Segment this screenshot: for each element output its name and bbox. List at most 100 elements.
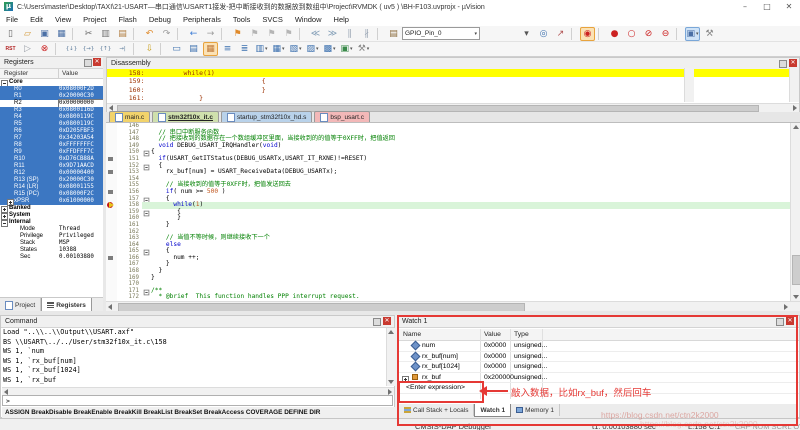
reset-cpu-button[interactable]: RST: [3, 42, 18, 56]
comment-selection-button[interactable]: ∥: [342, 27, 357, 41]
fold-column[interactable]: [142, 169, 151, 176]
menu-view[interactable]: View: [49, 13, 77, 26]
fold-column[interactable]: [142, 143, 151, 150]
menu-flash[interactable]: Flash: [113, 13, 143, 26]
nav-forward-button[interactable]: →: [203, 27, 218, 41]
editor-gutter[interactable]: [106, 268, 117, 275]
system-viewer-button[interactable]: ▣ ▾: [339, 42, 354, 56]
run-to-line-button[interactable]: →|: [115, 42, 130, 56]
code-line-149[interactable]: 149 void DEBUG_USART_IRQHandler(void): [106, 142, 790, 150]
code-text[interactable]: }: [151, 215, 790, 222]
fold-column[interactable]: [142, 189, 151, 196]
code-line-157[interactable]: 157 {: [106, 195, 790, 203]
close-icon[interactable]: [93, 58, 101, 66]
serial-window-button[interactable]: ▧ ▾: [288, 42, 303, 56]
register-row-r15-pc-[interactable]: R15 (PC) 0x08000F2C: [0, 191, 103, 198]
tab-watch-1[interactable]: Watch 1: [474, 404, 512, 417]
menu-tools[interactable]: Tools: [227, 13, 257, 26]
disassembly-window-button[interactable]: ▤: [186, 42, 201, 56]
fold-column[interactable]: [142, 275, 151, 282]
fold-column[interactable]: [142, 156, 151, 163]
minimize-button[interactable]: –: [736, 1, 754, 12]
editor-tab-main-c[interactable]: main.c: [109, 111, 151, 122]
menu-edit[interactable]: Edit: [24, 13, 49, 26]
register-row-r6[interactable]: R6 0xD205FBF3: [0, 128, 103, 135]
bookmark-next-button[interactable]: ⚑: [264, 27, 279, 41]
code-text[interactable]: void DEBUG_USART_IRQHandler(void): [151, 142, 790, 150]
code-text[interactable]: }: [151, 267, 790, 275]
enter-expression-label[interactable]: <Enter expression>: [406, 384, 465, 391]
editor-gutter[interactable]: [106, 162, 117, 170]
fold-column[interactable]: [142, 261, 151, 268]
register-row-r4[interactable]: R4 0x0800119C: [0, 114, 103, 121]
code-text[interactable]: }: [151, 221, 790, 229]
code-text[interactable]: // 当接收到的值等于0XFF时，把值发送回去: [151, 182, 790, 189]
register-row-core[interactable]: Core: [0, 79, 103, 87]
fold-column[interactable]: [142, 202, 151, 209]
menu-window[interactable]: Window: [289, 13, 328, 26]
register-row-r11[interactable]: R11 0x9D71AACD: [0, 163, 103, 170]
editor-gutter[interactable]: [106, 228, 117, 236]
editor-gutter[interactable]: [106, 123, 117, 130]
nav-back-button[interactable]: ←: [186, 27, 201, 41]
editor-gutter[interactable]: [106, 235, 117, 242]
paste-button[interactable]: ▤: [115, 27, 130, 41]
command-hscrollbar[interactable]: [2, 387, 394, 395]
unindent-button[interactable]: ≪: [308, 27, 323, 41]
cut-button[interactable]: ✂: [81, 27, 96, 41]
fold-column[interactable]: [142, 209, 151, 217]
insert-breakpoint-button[interactable]: ●: [607, 27, 622, 41]
editor-gutter[interactable]: [106, 175, 117, 183]
fold-column[interactable]: [142, 182, 151, 189]
register-row-banked[interactable]: Banked: [0, 205, 103, 213]
code-text[interactable]: [151, 281, 790, 288]
code-line-166[interactable]: 166 num ++;: [106, 254, 790, 262]
close-icon[interactable]: [786, 317, 794, 325]
maximize-button[interactable]: □: [758, 1, 776, 12]
code-text[interactable]: {: [151, 247, 790, 255]
menu-debug[interactable]: Debug: [143, 13, 177, 26]
stop-button[interactable]: ⊗: [37, 42, 52, 56]
editor-tab-stm32f10x-it-c[interactable]: stm32f10x_it.c: [152, 111, 219, 122]
register-row-r5[interactable]: R5 0x0800119C: [0, 121, 103, 128]
editor-tab-bsp-usart-c[interactable]: bsp_usart.c: [314, 111, 370, 122]
tab-call-stack-locals[interactable]: Call Stack + Locals: [399, 404, 475, 416]
fold-column[interactable]: [142, 242, 151, 249]
command-input[interactable]: >: [2, 395, 393, 406]
analysis-window-button[interactable]: ▨ ▾: [305, 42, 320, 56]
register-row-r1[interactable]: R1 0x20000C30: [0, 93, 103, 100]
code-text[interactable]: [151, 123, 790, 130]
disassembly-vscrollbar[interactable]: [789, 68, 799, 102]
indent-button[interactable]: ≫: [325, 27, 340, 41]
editor-gutter[interactable]: [106, 155, 117, 163]
code-line-160[interactable]: 160 }: [106, 215, 790, 222]
fold-column[interactable]: [142, 163, 151, 170]
search-dropdown-button[interactable]: ▾: [519, 27, 534, 41]
code-text[interactable]: }: [151, 261, 790, 268]
editor-gutter[interactable]: [106, 215, 117, 222]
menu-peripherals[interactable]: Peripherals: [177, 13, 227, 26]
register-row-stack[interactable]: Stack MSP: [0, 240, 103, 247]
editor-gutter[interactable]: [106, 287, 117, 295]
code-line-170[interactable]: 170: [106, 281, 790, 288]
symbol-combobox[interactable]: GPIO_Pin_0 ▾: [402, 27, 480, 40]
toggle-breakpoint-button[interactable]: ○: [624, 27, 639, 41]
register-row-states[interactable]: States 10388: [0, 247, 103, 254]
code-line-163[interactable]: 163 // 当值不等时候，则继续接收下一个: [106, 234, 790, 242]
code-text[interactable]: {: [151, 208, 790, 216]
bookmark-prev-button[interactable]: ⚑: [247, 27, 262, 41]
tab-memory-1[interactable]: Memory 1: [511, 404, 561, 416]
code-text[interactable]: if(USART_GetITStatus(DEBUG_USARTx,USART_…: [151, 155, 790, 163]
editor-gutter[interactable]: [106, 202, 117, 209]
fold-column[interactable]: [142, 123, 151, 130]
step-into-button[interactable]: {↓}: [64, 42, 79, 56]
bookmark-clear-button[interactable]: ⚑: [281, 27, 296, 41]
uncomment-selection-button[interactable]: ∦: [359, 27, 374, 41]
register-row-r2[interactable]: R2 0x00000000: [0, 99, 109, 108]
watch-window-button[interactable]: ▥ ▾: [254, 42, 269, 56]
editor-gutter[interactable]: [106, 254, 117, 262]
register-row-privilege[interactable]: Privilege Privileged: [0, 233, 103, 240]
code-line-159[interactable]: 159 {: [106, 208, 790, 217]
command-window-button[interactable]: ▭: [169, 42, 184, 56]
fold-column[interactable]: [142, 149, 151, 157]
